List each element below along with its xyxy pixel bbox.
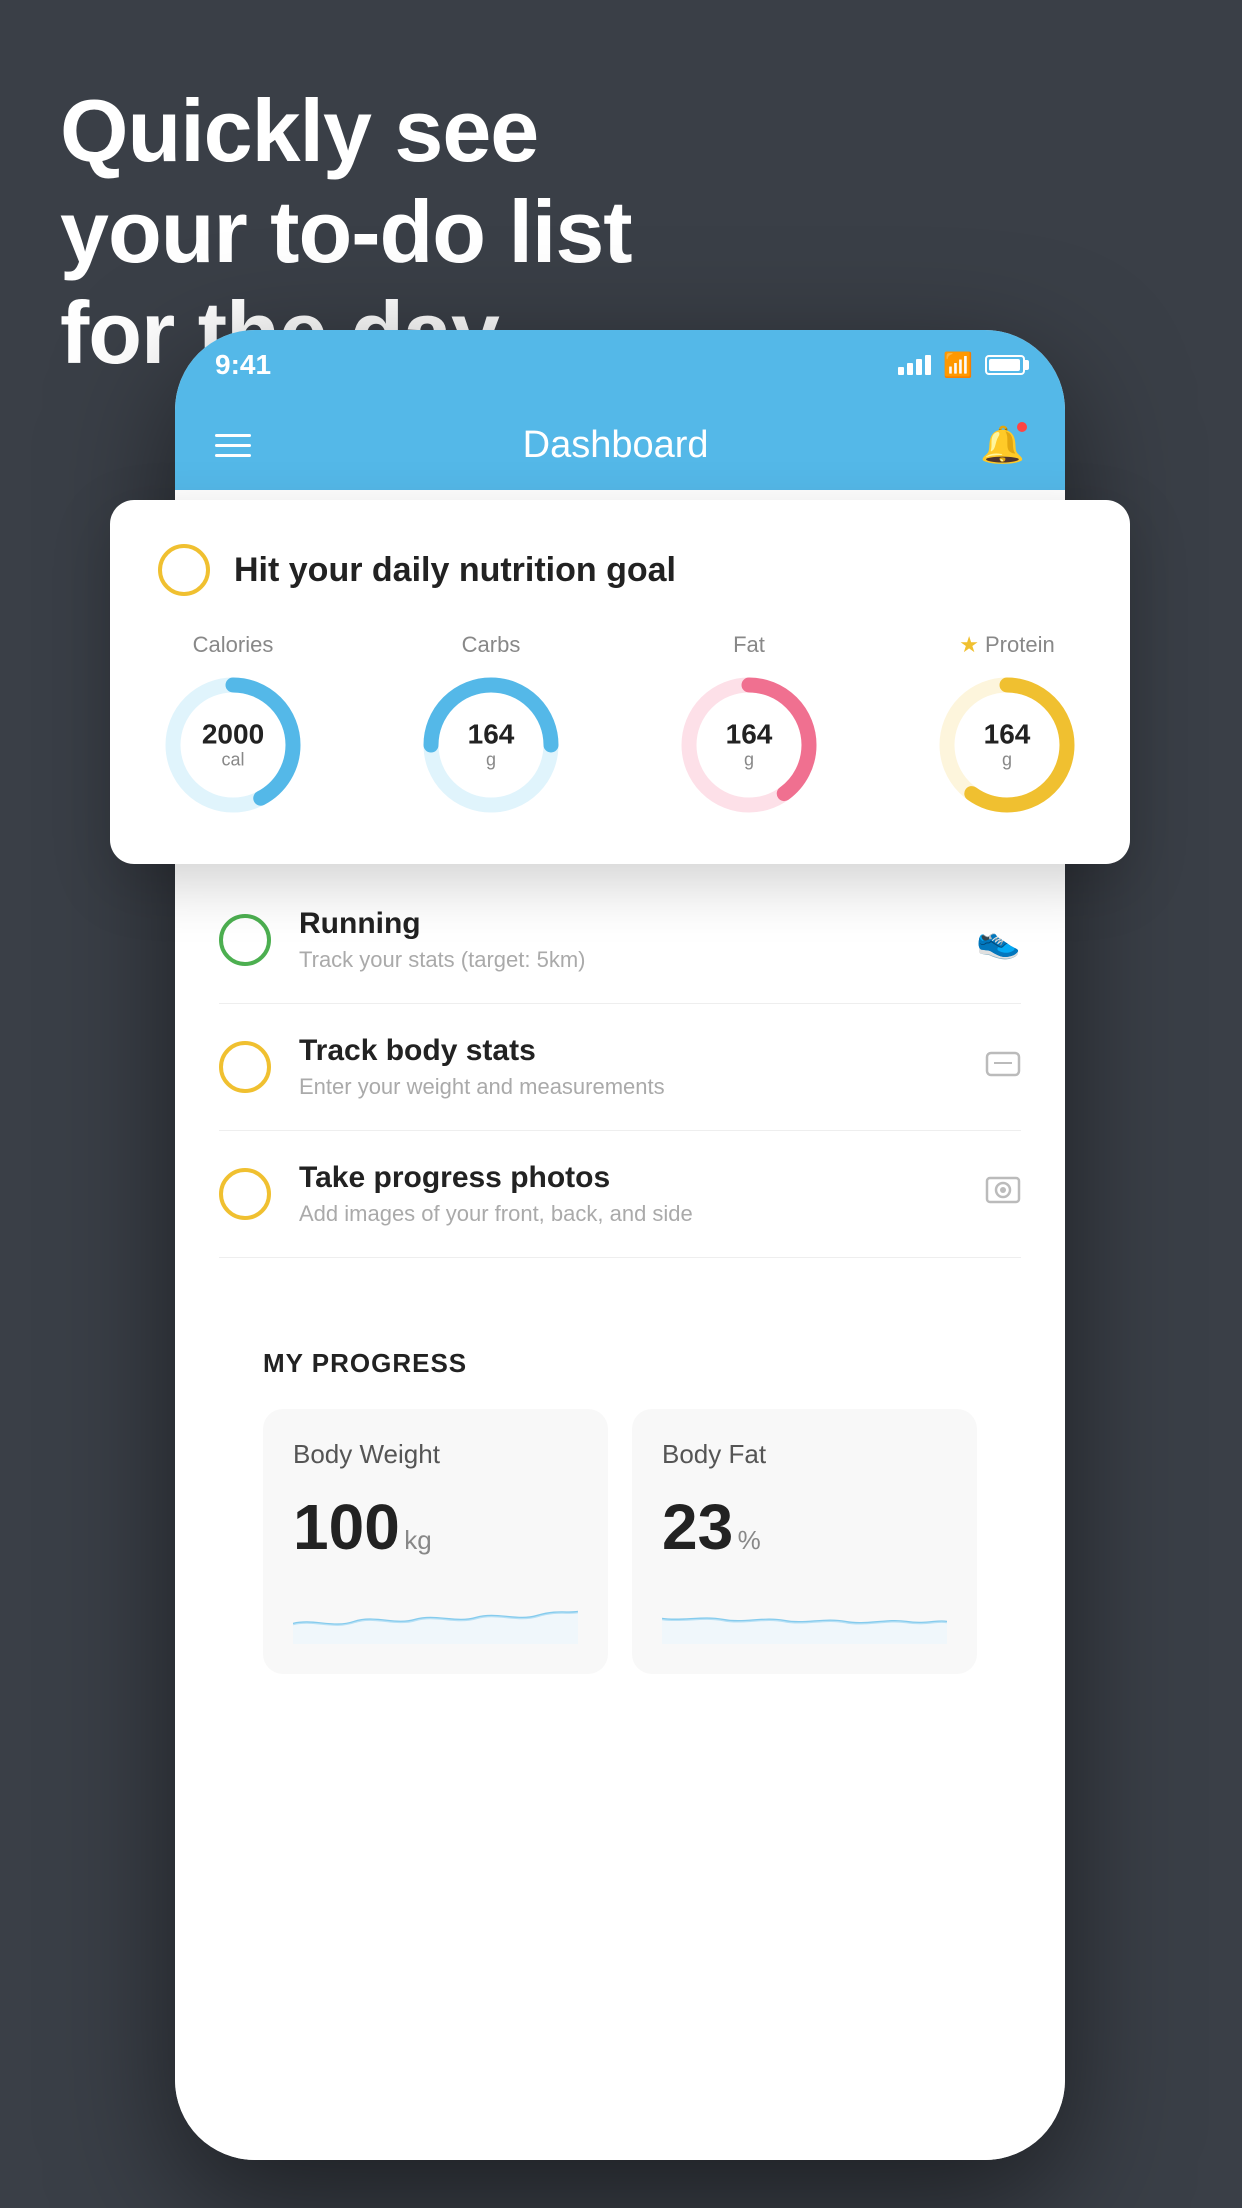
photo-icon <box>985 1172 1021 1217</box>
todo-check-running[interactable] <box>219 914 271 966</box>
body-weight-title: Body Weight <box>293 1439 578 1470</box>
nav-bar: Dashboard 🔔 <box>175 400 1065 490</box>
protein-donut: 164 g <box>932 670 1082 820</box>
todo-check-body-stats[interactable] <box>219 1041 271 1093</box>
nutrition-card: Hit your daily nutrition goal Calories 2… <box>110 500 1130 864</box>
nav-title: Dashboard <box>251 424 980 467</box>
todo-title-photos: Take progress photos <box>299 1161 957 1195</box>
nutrition-carbs: Carbs 164 g <box>416 632 566 820</box>
star-icon: ★ <box>959 632 979 658</box>
todo-subtitle-running: Track your stats (target: 5km) <box>299 947 948 973</box>
battery-icon <box>985 355 1025 375</box>
protein-label: ★ Protein <box>959 632 1054 658</box>
body-weight-value: 100 kg <box>293 1490 578 1564</box>
nutrition-circles: Calories 2000 cal Carbs <box>158 632 1082 820</box>
body-weight-chart <box>293 1584 578 1644</box>
nutrition-check[interactable] <box>158 544 210 596</box>
notification-dot <box>1015 420 1029 434</box>
body-fat-chart <box>662 1584 947 1644</box>
todo-list: Running Track your stats (target: 5km) 👟… <box>175 877 1065 1674</box>
body-fat-title: Body Fat <box>662 1439 947 1470</box>
todo-item-body-stats[interactable]: Track body stats Enter your weight and m… <box>219 1004 1021 1131</box>
card-header-row: Hit your daily nutrition goal <box>158 544 1082 596</box>
signal-icon <box>898 355 931 375</box>
nutrition-calories: Calories 2000 cal <box>158 632 308 820</box>
carbs-donut: 164 g <box>416 670 566 820</box>
progress-cards: Body Weight 100 kg Bod <box>263 1409 977 1674</box>
progress-header: MY PROGRESS <box>263 1348 977 1379</box>
nutrition-fat: Fat 164 g <box>674 632 824 820</box>
body-weight-card[interactable]: Body Weight 100 kg <box>263 1409 608 1674</box>
calories-label: Calories <box>193 632 274 658</box>
progress-section: MY PROGRESS Body Weight 100 kg <box>219 1298 1021 1674</box>
todo-subtitle-photos: Add images of your front, back, and side <box>299 1201 957 1227</box>
carbs-label: Carbs <box>462 632 521 658</box>
nutrition-protein: ★ Protein 164 g <box>932 632 1082 820</box>
fat-label: Fat <box>733 632 765 658</box>
scale-icon <box>985 1045 1021 1090</box>
bell-icon[interactable]: 🔔 <box>980 424 1025 466</box>
status-icons: 📶 <box>898 351 1025 380</box>
todo-item-photos[interactable]: Take progress photos Add images of your … <box>219 1131 1021 1258</box>
running-icon: 👟 <box>976 919 1021 961</box>
nutrition-card-title: Hit your daily nutrition goal <box>234 551 676 590</box>
todo-title-running: Running <box>299 907 948 941</box>
todo-title-body-stats: Track body stats <box>299 1034 957 1068</box>
todo-subtitle-body-stats: Enter your weight and measurements <box>299 1074 957 1100</box>
status-time: 9:41 <box>215 349 898 381</box>
calories-donut: 2000 cal <box>158 670 308 820</box>
body-fat-value: 23 % <box>662 1490 947 1564</box>
status-bar: 9:41 📶 <box>175 330 1065 400</box>
body-fat-card[interactable]: Body Fat 23 % <box>632 1409 977 1674</box>
hamburger-menu[interactable] <box>215 434 251 457</box>
fat-donut: 164 g <box>674 670 824 820</box>
todo-item-running[interactable]: Running Track your stats (target: 5km) 👟 <box>219 877 1021 1004</box>
wifi-icon: 📶 <box>943 351 973 380</box>
todo-check-photos[interactable] <box>219 1168 271 1220</box>
